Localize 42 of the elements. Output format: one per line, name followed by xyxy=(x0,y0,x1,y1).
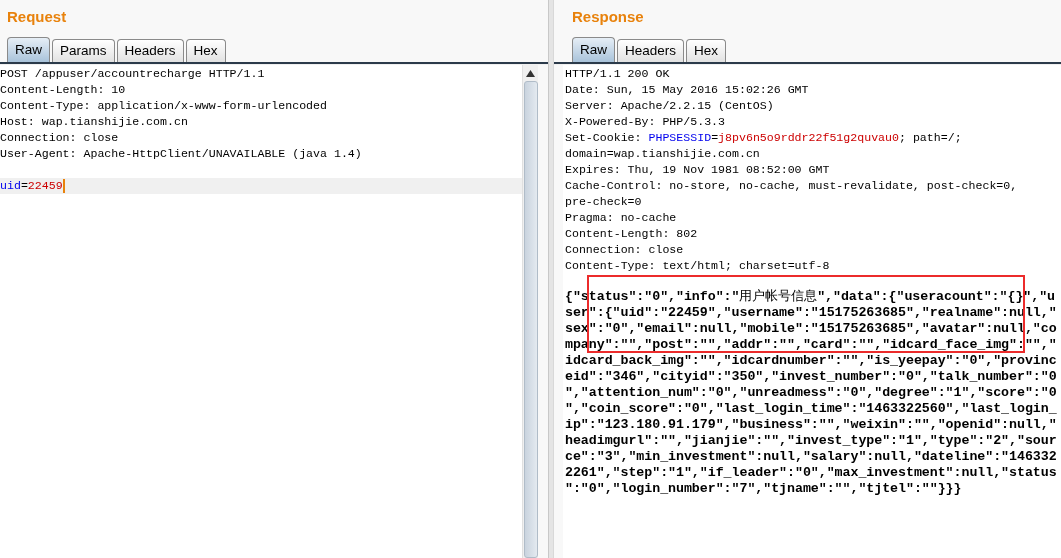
code-line: Content-Type: text/html; charset=utf-8 xyxy=(565,258,831,274)
code-line: ":"0","login_number":"7","tjname":"","tjtel":""}}} xyxy=(565,481,963,497)
code-line: Host: wap.tianshijie.com.cn xyxy=(0,114,189,130)
text-caret xyxy=(62,179,65,193)
code-line: ","attention_num":"0","unreadmess":"0","degree":"1","score":"0 xyxy=(565,385,1058,401)
code-line: Content-Length: 802 xyxy=(565,226,699,242)
code-line: Content-Type: application/x-www-form-urlencoded xyxy=(0,98,328,114)
code-line: Date: Sun, 15 May 2016 15:02:26 GMT xyxy=(565,82,810,98)
code-line: Connection: close xyxy=(565,242,685,258)
code-line: pre-check=0 xyxy=(565,194,643,210)
code-line: POST /appuser/accountrecharge HTTP/1.1 xyxy=(0,66,266,82)
tab[interactable]: Hex xyxy=(185,39,226,62)
code-line: Pragma: no-cache xyxy=(565,210,678,226)
code-line: Expires: Thu, 19 Nov 1981 08:52:00 GMT xyxy=(565,162,831,178)
panel-title: Response xyxy=(571,7,645,27)
code-line: 2261","step":"1","if_leader":"0","max_investment":null,"status xyxy=(565,465,1058,481)
code-line: X-Powered-By: PHP/5.3.3 xyxy=(565,114,727,130)
tab[interactable]: Headers xyxy=(116,39,184,62)
code-line: ip":"123.180.91.179","business":"","weixin":"","openid":null," xyxy=(565,417,1058,433)
code-line: headimgurl":"","jianjie":"","invest_type":"1","type":"2","sour xyxy=(565,433,1058,449)
code-line: domain=wap.tianshijie.com.cn xyxy=(565,146,761,162)
code-line: Cache-Control: no-store, no-cache, must-revalidate, post-check=0, xyxy=(565,178,1019,194)
code-line: eid":"346","cityid":"350","invest_number":"0","talk_number":"0 xyxy=(565,369,1058,385)
code-line: Set-Cookie: PHPSESSID=j8pv6n5o9rddr22f51g2quvau0; path=/; xyxy=(565,130,963,146)
code-line: ","coin_score":"0","last_login_time":"1463322560","last_login_ xyxy=(565,401,1058,417)
splitter[interactable] xyxy=(548,0,553,558)
scroll-up-icon[interactable] xyxy=(525,67,536,79)
tab[interactable]: Params xyxy=(52,39,115,62)
code-line: ce":"3","min_investment":null,"salary":null,"dateline":"146332 xyxy=(565,449,1058,465)
tab[interactable]: Raw xyxy=(7,37,50,62)
code-line: HTTP/1.1 200 OK xyxy=(565,66,671,82)
code-line: uid=22459 xyxy=(0,178,63,194)
code-line: User-Agent: Apache-HttpClient/UNAVAILABLE (java 1.4) xyxy=(0,146,363,162)
panel-title: Request xyxy=(6,7,68,27)
code-line: Content-Length: 10 xyxy=(0,82,127,98)
tab[interactable]: Raw xyxy=(572,37,615,62)
tab[interactable]: Headers xyxy=(617,39,685,62)
tab[interactable]: Hex xyxy=(686,39,727,62)
code-line: Connection: close xyxy=(0,130,120,146)
code-line: Server: Apache/2.2.15 (CentOS) xyxy=(565,98,775,114)
code-line: idcard_back_img":"","idcardnumber":"","is_yeepay":"0","provinc xyxy=(565,353,1058,369)
text-area[interactable] xyxy=(563,65,1061,558)
